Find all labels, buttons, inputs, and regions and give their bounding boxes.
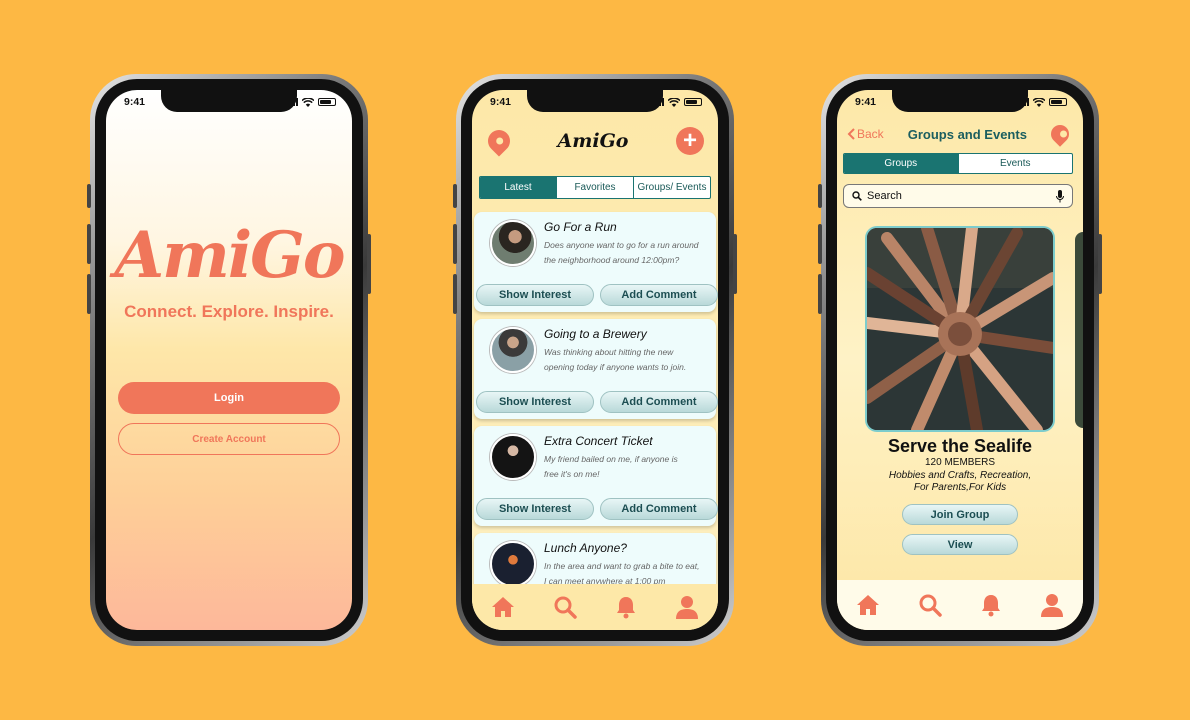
tab-bar (472, 584, 718, 630)
feed-header: AmiGo + (472, 120, 718, 162)
tab-groups[interactable]: Groups (844, 154, 958, 173)
page-title: Groups and Events (907, 126, 1027, 142)
post-title: Going to a Brewery (544, 327, 647, 341)
post-description: Does anyone want to go for a run around … (544, 240, 699, 265)
microphone-icon[interactable] (1056, 189, 1064, 203)
add-post-button[interactable]: + (676, 127, 704, 155)
signal-icon (1018, 98, 1029, 106)
feed-tabs: Latest Favorites Groups/ Events (479, 176, 711, 199)
login-button[interactable]: Login (118, 382, 340, 414)
back-label: Back (857, 127, 884, 141)
show-interest-button[interactable]: Show Interest (476, 284, 594, 306)
phone-groups: 9:41 Back Groups and Events Groups Event… (818, 74, 1102, 646)
search-placeholder: Search (867, 190, 902, 202)
post-description: My friend bailed on me, if anyone is fre… (544, 454, 678, 479)
post-title: Lunch Anyone? (544, 541, 627, 555)
avatar (490, 541, 536, 587)
home-icon[interactable] (856, 594, 880, 616)
post-description: Was thinking about hitting the new openi… (544, 347, 687, 372)
location-pin-icon[interactable] (483, 125, 515, 157)
search-icon[interactable] (553, 595, 577, 619)
post-card: Go For a Run Does anyone want to go for … (474, 212, 718, 312)
profile-icon[interactable] (675, 595, 699, 619)
battery-icon (1049, 98, 1067, 106)
status-time: 9:41 (124, 96, 146, 108)
tab-favorites[interactable]: Favorites (556, 177, 633, 198)
bell-icon[interactable] (980, 593, 1002, 617)
back-button[interactable]: Back (847, 127, 884, 141)
add-comment-button[interactable]: Add Comment (600, 391, 718, 413)
group-name: Serve the Sealife (887, 436, 1033, 456)
location-pin-icon[interactable] (1047, 121, 1073, 147)
show-interest-button[interactable]: Show Interest (476, 391, 594, 413)
search-icon[interactable] (918, 593, 942, 617)
post-title: Extra Concert Ticket (544, 434, 653, 448)
tab-events[interactable]: Events (957, 154, 1073, 173)
bell-icon[interactable] (615, 595, 637, 619)
add-comment-button[interactable]: Add Comment (600, 284, 718, 306)
create-account-button[interactable]: Create Account (118, 423, 340, 455)
status-bar: 9:41 (837, 90, 1083, 114)
login-screen: 9:41 AmiGo Connect. Explore. Inspire. Lo… (106, 90, 352, 630)
add-comment-button[interactable]: Add Comment (600, 498, 718, 520)
group-members: 120 MEMBERS (924, 457, 996, 468)
wifi-icon (302, 97, 314, 107)
tagline: Connect. Explore. Inspire. (124, 302, 334, 321)
battery-icon (684, 98, 702, 106)
profile-icon[interactable] (1040, 593, 1064, 617)
status-bar: 9:41 (106, 90, 352, 114)
post-card: Extra Concert Ticket My friend bailed on… (474, 426, 718, 526)
status-bar: 9:41 (472, 90, 718, 114)
show-interest-button[interactable]: Show Interest (476, 498, 594, 520)
groups-header: Back Groups and Events (837, 121, 1083, 147)
signal-icon (287, 98, 298, 106)
group-image[interactable] (867, 228, 1053, 430)
avatar (490, 327, 536, 373)
search-input[interactable]: Search (843, 184, 1073, 208)
status-time: 9:41 (490, 96, 512, 108)
tab-bar (837, 580, 1083, 630)
next-group-card[interactable] (1075, 232, 1083, 428)
app-logo: AmiGo (557, 130, 629, 152)
chevron-left-icon (847, 128, 855, 140)
signal-icon (653, 98, 664, 106)
wifi-icon (1033, 97, 1045, 107)
plus-icon: + (682, 127, 697, 154)
groups-screen: 9:41 Back Groups and Events Groups Event… (837, 90, 1083, 630)
avatar (490, 434, 536, 480)
view-button[interactable]: View (902, 534, 1018, 555)
post-title: Go For a Run (544, 220, 617, 234)
feed-list[interactable]: Go For a Run Does anyone want to go for … (472, 208, 718, 592)
battery-icon (318, 98, 336, 106)
tab-groups-events[interactable]: Groups/ Events (633, 177, 710, 198)
status-time: 9:41 (855, 96, 877, 108)
group-categories: Hobbies and Crafts, Recreation, For Pare… (888, 470, 1032, 493)
join-group-button[interactable]: Join Group (902, 504, 1018, 525)
avatar (490, 220, 536, 266)
tab-latest[interactable]: Latest (480, 177, 556, 198)
search-icon (852, 191, 862, 201)
app-logo: AmiGo (114, 218, 345, 293)
phone-login: 9:41 AmiGo Connect. Explore. Inspire. Lo… (87, 74, 371, 646)
groups-events-tabs: Groups Events (843, 153, 1073, 174)
phone-feed: 9:41 AmiGo + Latest Favorites Groups/ Ev… (453, 74, 737, 646)
post-card: Going to a Brewery Was thinking about hi… (474, 319, 718, 419)
home-icon[interactable] (491, 596, 515, 618)
wifi-icon (668, 97, 680, 107)
feed-screen: 9:41 AmiGo + Latest Favorites Groups/ Ev… (472, 90, 718, 630)
